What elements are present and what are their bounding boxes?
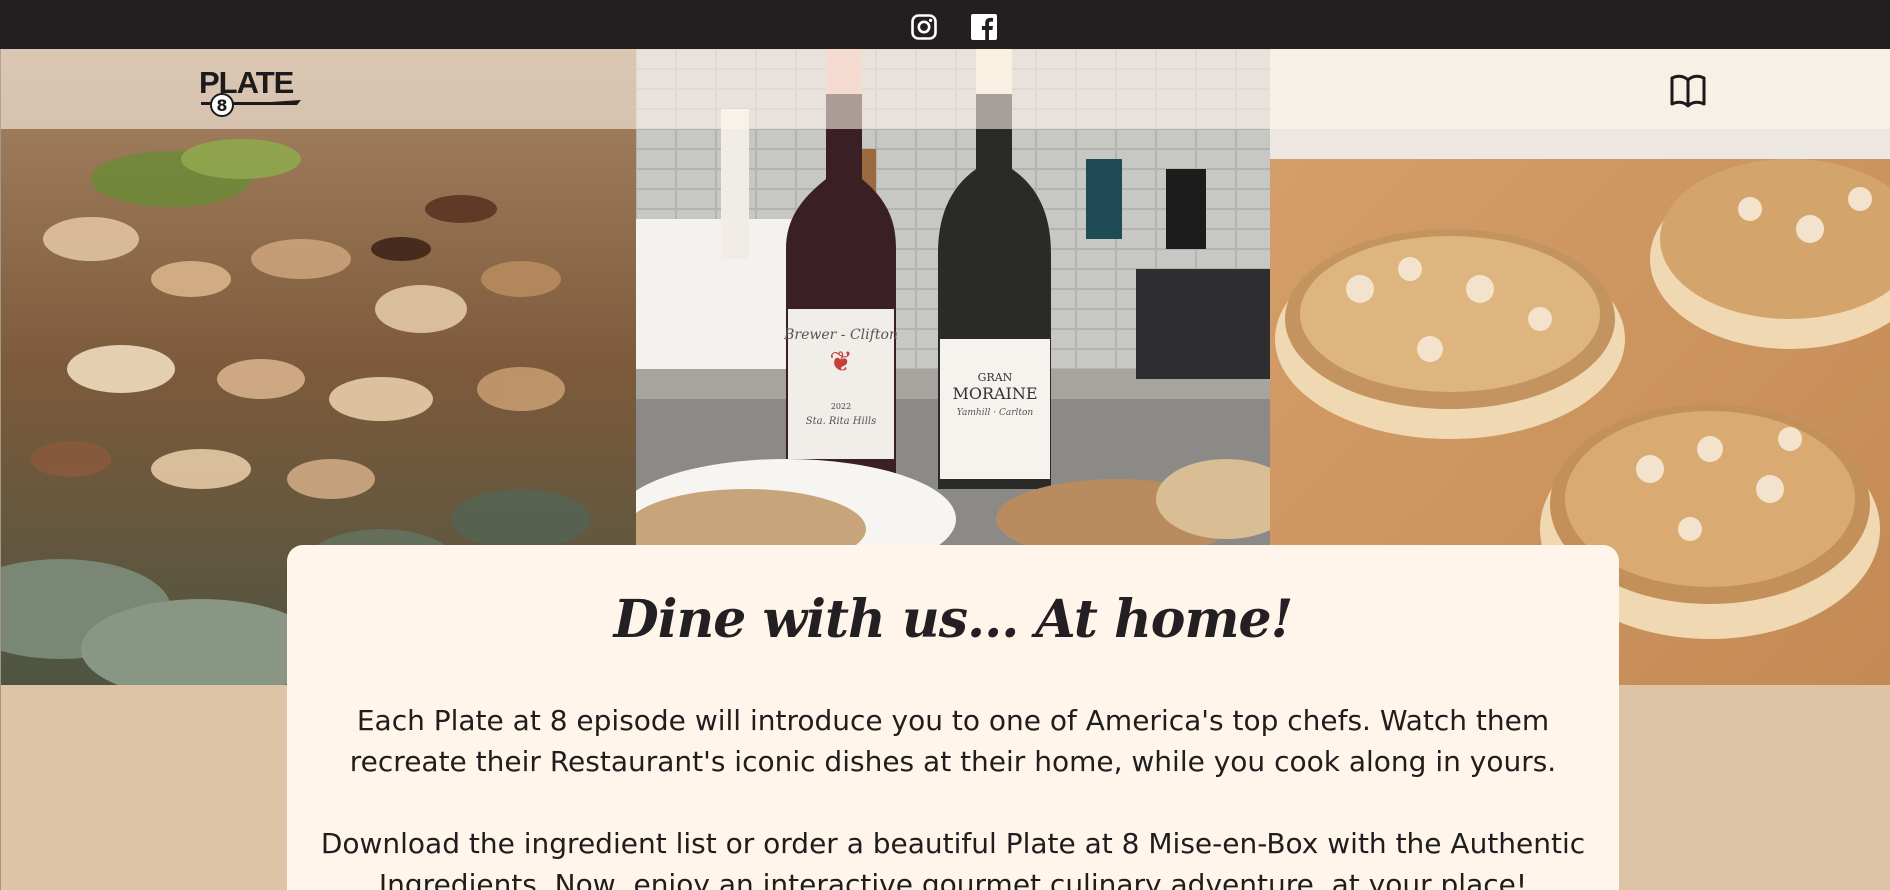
page-edge-line (0, 49, 1, 890)
facebook-icon (971, 14, 997, 40)
instagram-link[interactable] (911, 14, 937, 40)
svg-text:Brewer - Clifton: Brewer - Clifton (783, 327, 898, 343)
logo-number-badge: 8 (210, 93, 234, 117)
plate-at-8-logo[interactable]: PLATE 8 (199, 67, 304, 119)
open-book-icon[interactable] (1668, 72, 1708, 110)
facebook-link[interactable] (971, 14, 997, 40)
intro-card: Dine with us... At home! Each Plate at 8… (287, 545, 1619, 890)
svg-text:Sta. Rita Hills: Sta. Rita Hills (806, 416, 877, 427)
svg-text:MORAINE: MORAINE (952, 384, 1037, 403)
intro-heading: Dine with us... At home! (613, 589, 1294, 650)
svg-text:Yamhill · Carlton: Yamhill · Carlton (957, 408, 1034, 418)
intro-paragraph-2: Download the ingredient list or order a … (320, 827, 1586, 890)
svg-text:GRAN: GRAN (978, 371, 1013, 384)
instagram-icon (911, 14, 937, 40)
svg-text:❦: ❦ (829, 345, 852, 378)
svg-text:2022: 2022 (831, 402, 851, 411)
intro-paragraph-1: Each Plate at 8 episode will introduce y… (349, 704, 1557, 778)
svg-text:8: 8 (216, 96, 227, 115)
social-bar (0, 0, 1890, 49)
